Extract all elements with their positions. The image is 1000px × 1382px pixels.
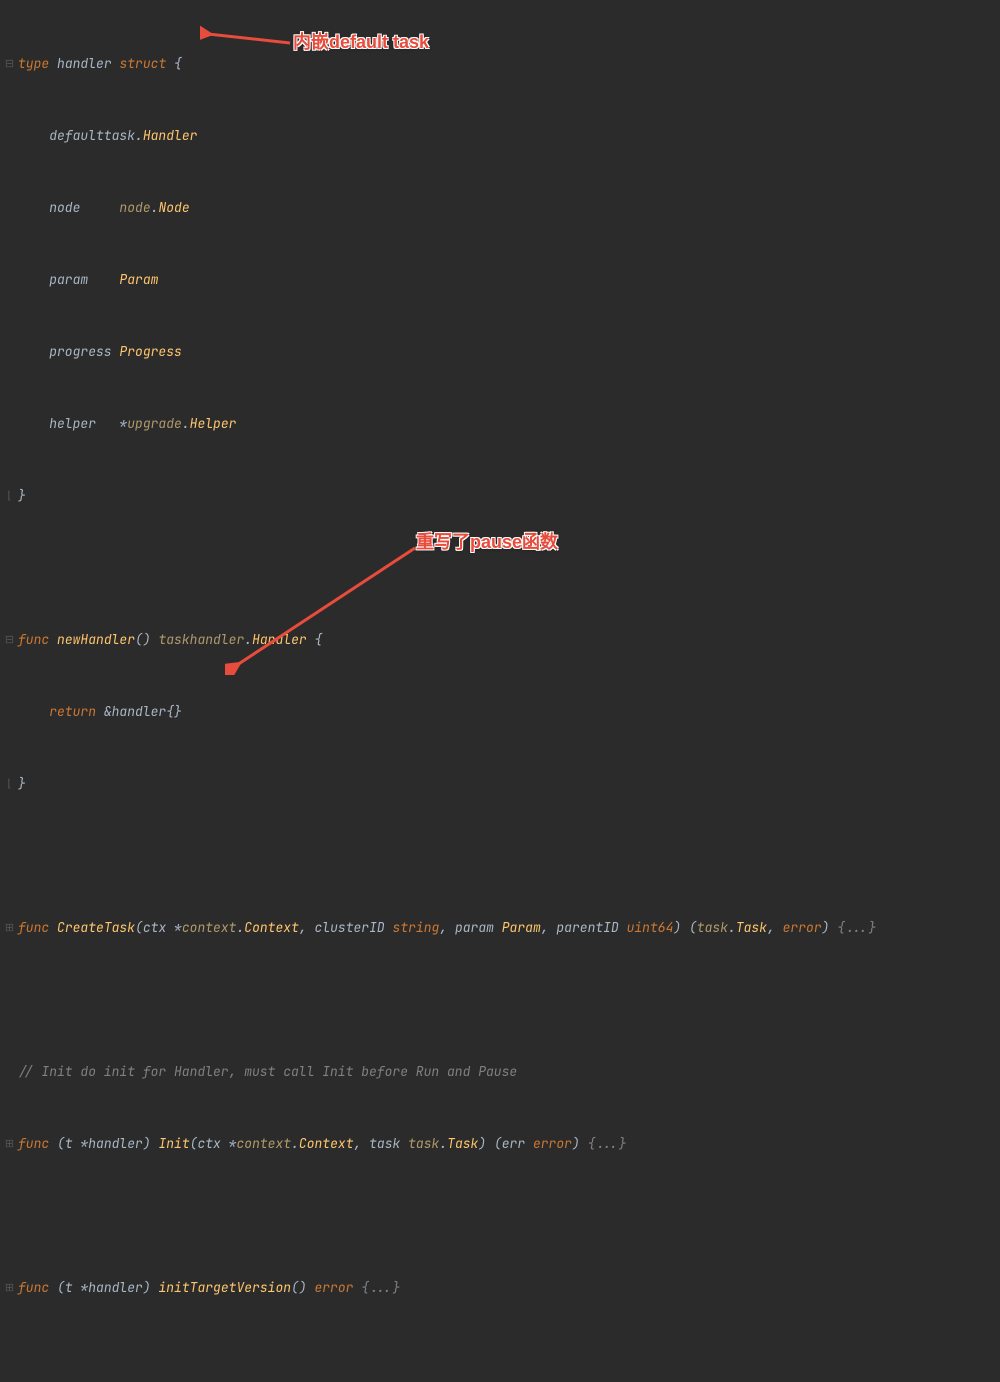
fold-end-icon: ⌊ bbox=[4, 772, 15, 796]
folded-body[interactable]: {...} bbox=[588, 1135, 627, 1152]
func-name: newHandler bbox=[57, 631, 135, 648]
type-ref: Handler bbox=[143, 127, 198, 144]
keyword-type: type bbox=[18, 55, 49, 72]
field-name: param bbox=[49, 271, 88, 288]
fold-handle-icon[interactable]: ⊞ bbox=[4, 916, 15, 940]
keyword-struct: struct bbox=[119, 55, 166, 72]
method-name: Init bbox=[158, 1135, 189, 1152]
field-name: progress bbox=[49, 343, 111, 360]
fold-handle-icon[interactable]: ⊟ bbox=[4, 628, 15, 652]
type-name: handler bbox=[57, 55, 112, 72]
fold-end-icon: ⌊ bbox=[4, 484, 15, 508]
field-name: helper bbox=[49, 415, 96, 432]
field-name: defaulttask bbox=[49, 127, 135, 144]
method-name: initTargetVersion bbox=[158, 1279, 291, 1296]
brace: { bbox=[166, 55, 182, 72]
func-name: CreateTask bbox=[57, 919, 135, 936]
code-editor[interactable]: ⊟type handler struct { defaulttask.Handl… bbox=[0, 0, 1000, 1382]
folded-body[interactable]: {...} bbox=[837, 919, 876, 936]
comment: // Init do init for Handler, must call I… bbox=[18, 1063, 517, 1080]
fold-handle-icon[interactable]: ⊞ bbox=[4, 1132, 15, 1156]
fold-handle-icon[interactable]: ⊟ bbox=[4, 52, 15, 76]
field-name: node bbox=[49, 199, 80, 216]
brace: } bbox=[18, 487, 26, 504]
fold-handle-icon[interactable]: ⊞ bbox=[4, 1276, 15, 1300]
folded-body[interactable]: {...} bbox=[361, 1279, 400, 1296]
